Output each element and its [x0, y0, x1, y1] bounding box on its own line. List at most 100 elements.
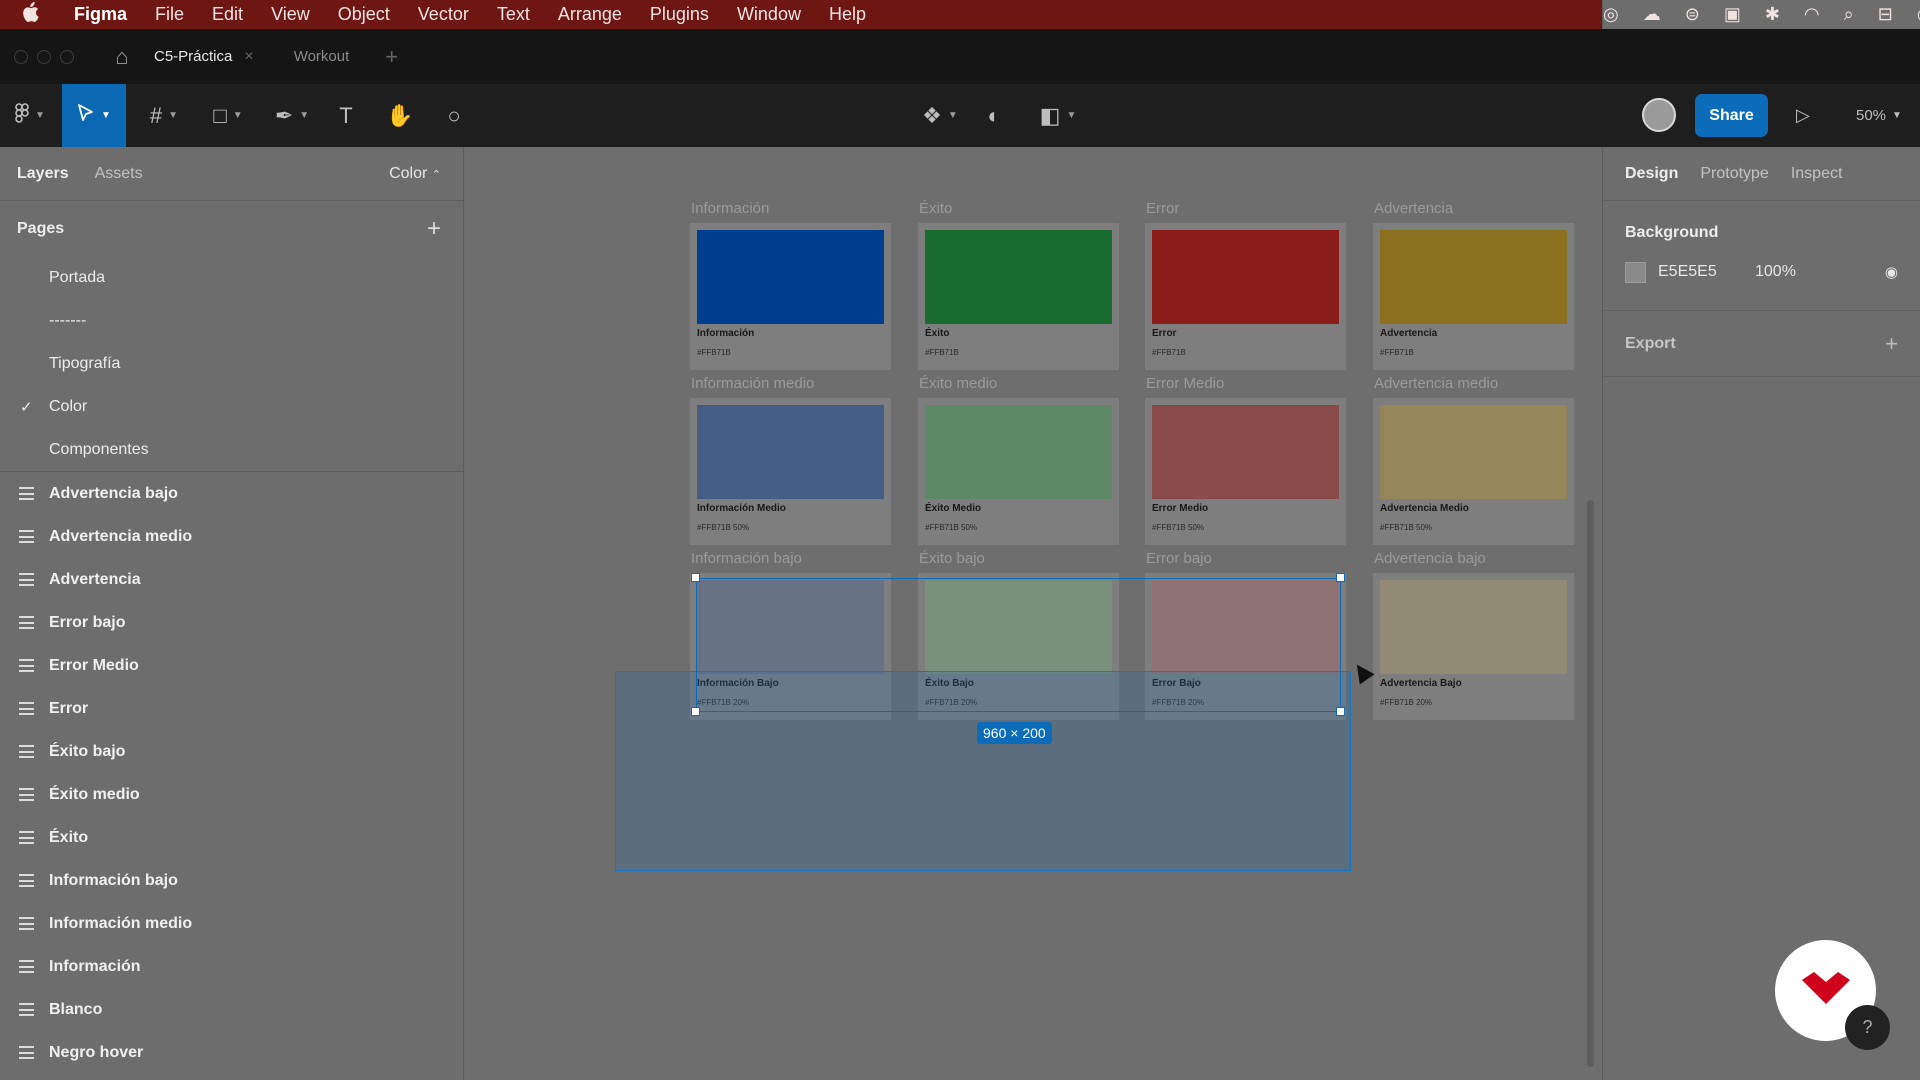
apple-icon[interactable]	[0, 1, 60, 28]
pen-tool-button[interactable]: ✒ ▼	[268, 84, 316, 147]
close-tab-icon[interactable]: ×	[244, 48, 253, 66]
tab-prototype[interactable]: Prototype	[1700, 165, 1768, 183]
page-item-tipografia[interactable]: Tipografía	[0, 342, 463, 385]
hand-tool-button[interactable]: ✋	[384, 84, 416, 147]
frame-label[interactable]: Advertencia bajo	[1374, 550, 1486, 567]
layer-item[interactable]: Advertencia medio	[0, 515, 463, 558]
layer-item[interactable]: Advertencia	[0, 558, 463, 601]
layer-item[interactable]: Éxito bajo	[0, 730, 463, 773]
home-icon[interactable]: ⌂	[110, 44, 134, 69]
color-card[interactable]: Información #FFB71B	[690, 223, 891, 370]
canvas[interactable]: Información Información #FFB71B Éxito Éxito #…	[465, 147, 1602, 1080]
spotlight-icon[interactable]: ⌕	[1844, 4, 1854, 25]
layer-item[interactable]: Error	[0, 687, 463, 730]
shape-tool-button[interactable]: □ ▼	[204, 84, 252, 147]
color-swatch[interactable]	[1380, 230, 1567, 324]
color-swatch[interactable]	[1380, 580, 1567, 674]
frame-tool-button[interactable]: # ▼	[140, 84, 188, 147]
menu-plugins[interactable]: Plugins	[636, 4, 723, 25]
current-page-dropdown[interactable]: Color ⌃	[389, 165, 441, 183]
layer-item[interactable]: Error Medio	[0, 644, 463, 687]
resize-handle[interactable]	[691, 707, 700, 716]
frame-label[interactable]: Error bajo	[1146, 550, 1212, 567]
menu-window[interactable]: Window	[723, 4, 815, 25]
present-button[interactable]: ▷	[1796, 84, 1810, 147]
frame-label[interactable]: Error	[1146, 200, 1179, 217]
menu-edit[interactable]: Edit	[198, 4, 257, 25]
icloud-icon[interactable]: ☁	[1643, 4, 1661, 25]
selection-bounding-box[interactable]	[696, 578, 1341, 712]
color-swatch[interactable]	[1380, 405, 1567, 499]
frame-label[interactable]: Éxito	[919, 200, 952, 217]
background-swatch[interactable]	[1625, 261, 1646, 283]
color-card[interactable]: Éxito Medio #FFB71B 50%	[918, 398, 1119, 545]
layer-item[interactable]: Información medio	[0, 902, 463, 945]
frame-label[interactable]: Éxito medio	[919, 375, 997, 392]
color-swatch[interactable]	[1152, 405, 1339, 499]
frame-label[interactable]: Error Medio	[1146, 375, 1224, 392]
layer-item[interactable]: Error bajo	[0, 601, 463, 644]
background-opacity-input[interactable]: 100%	[1755, 263, 1796, 281]
layer-item[interactable]: Éxito medio	[0, 773, 463, 816]
mask-button[interactable]: ◐	[978, 84, 1010, 147]
frame-label[interactable]: Información bajo	[691, 550, 802, 567]
color-card[interactable]: Advertencia Medio #FFB71B 50%	[1373, 398, 1574, 545]
menu-file[interactable]: File	[141, 4, 198, 25]
boolean-button[interactable]: ◧ ▼	[1034, 84, 1082, 147]
user-avatar[interactable]	[1642, 98, 1676, 132]
color-card[interactable]: Información Medio #FFB71B 50%	[690, 398, 891, 545]
layer-item[interactable]: Información	[0, 945, 463, 988]
tab-assets[interactable]: Assets	[95, 165, 143, 183]
background-hex-input[interactable]: E5E5E5	[1658, 263, 1717, 281]
frame-label[interactable]: Advertencia	[1374, 200, 1453, 217]
new-tab-icon[interactable]: +	[385, 44, 398, 70]
menu-text[interactable]: Text	[483, 4, 544, 25]
menu-object[interactable]: Object	[324, 4, 404, 25]
tab-layers[interactable]: Layers	[17, 165, 69, 183]
color-swatch[interactable]	[697, 405, 884, 499]
zoom-dropdown[interactable]: 50% ▼	[1856, 84, 1902, 147]
color-card[interactable]: Advertencia Bajo #FFB71B 20%	[1373, 573, 1574, 720]
text-tool-button[interactable]: T	[330, 84, 362, 147]
components-button[interactable]: ❖ ▼	[916, 84, 964, 147]
layer-item[interactable]: Éxito	[0, 816, 463, 859]
sync-icon[interactable]: ⊜	[1685, 4, 1700, 25]
color-card[interactable]: Advertencia #FFB71B	[1373, 223, 1574, 370]
page-item-componentes[interactable]: Componentes	[0, 428, 463, 471]
share-button[interactable]: Share	[1695, 94, 1768, 137]
wifi-icon[interactable]: ◠	[1804, 4, 1820, 25]
tab-workout[interactable]: Workout	[274, 29, 370, 84]
tab-inspect[interactable]: Inspect	[1791, 165, 1843, 183]
color-card[interactable]: Éxito #FFB71B	[918, 223, 1119, 370]
color-swatch[interactable]	[1152, 230, 1339, 324]
bluetooth-icon[interactable]: ✱	[1765, 4, 1780, 25]
add-export-icon[interactable]: +	[1885, 331, 1898, 357]
frame-label[interactable]: Éxito bajo	[919, 550, 985, 567]
menu-view[interactable]: View	[257, 4, 324, 25]
menu-help[interactable]: Help	[815, 4, 880, 25]
move-tool-button[interactable]: ▼	[62, 84, 126, 147]
frame-label[interactable]: Información	[691, 200, 769, 217]
color-card[interactable]: Error Medio #FFB71B 50%	[1145, 398, 1346, 545]
menu-arrange[interactable]: Arrange	[544, 4, 636, 25]
add-page-icon[interactable]: +	[427, 215, 441, 243]
language-icon[interactable]: ▣	[1724, 4, 1741, 25]
help-button[interactable]: ?	[1845, 1005, 1890, 1050]
resize-handle[interactable]	[691, 573, 700, 582]
frame-label[interactable]: Información medio	[691, 375, 814, 392]
menu-figma[interactable]: Figma	[60, 4, 141, 25]
maximize-window-icon[interactable]	[60, 49, 74, 64]
creative-cloud-icon[interactable]: ◎	[1603, 4, 1619, 25]
control-center-icon[interactable]: ⊟	[1878, 4, 1893, 25]
color-swatch[interactable]	[925, 230, 1112, 324]
vertical-scrollbar[interactable]	[1587, 500, 1594, 1067]
page-item-portada[interactable]: Portada	[0, 256, 463, 299]
layer-item[interactable]: Negro hover	[0, 1031, 463, 1074]
resize-handle[interactable]	[1336, 573, 1345, 582]
tab-design[interactable]: Design	[1625, 165, 1678, 183]
layer-item[interactable]: Blanco	[0, 988, 463, 1031]
page-item-color[interactable]: ✓ Color	[0, 385, 463, 428]
color-swatch[interactable]	[925, 405, 1112, 499]
minimize-window-icon[interactable]	[37, 49, 51, 64]
resize-handle[interactable]	[1336, 707, 1345, 716]
